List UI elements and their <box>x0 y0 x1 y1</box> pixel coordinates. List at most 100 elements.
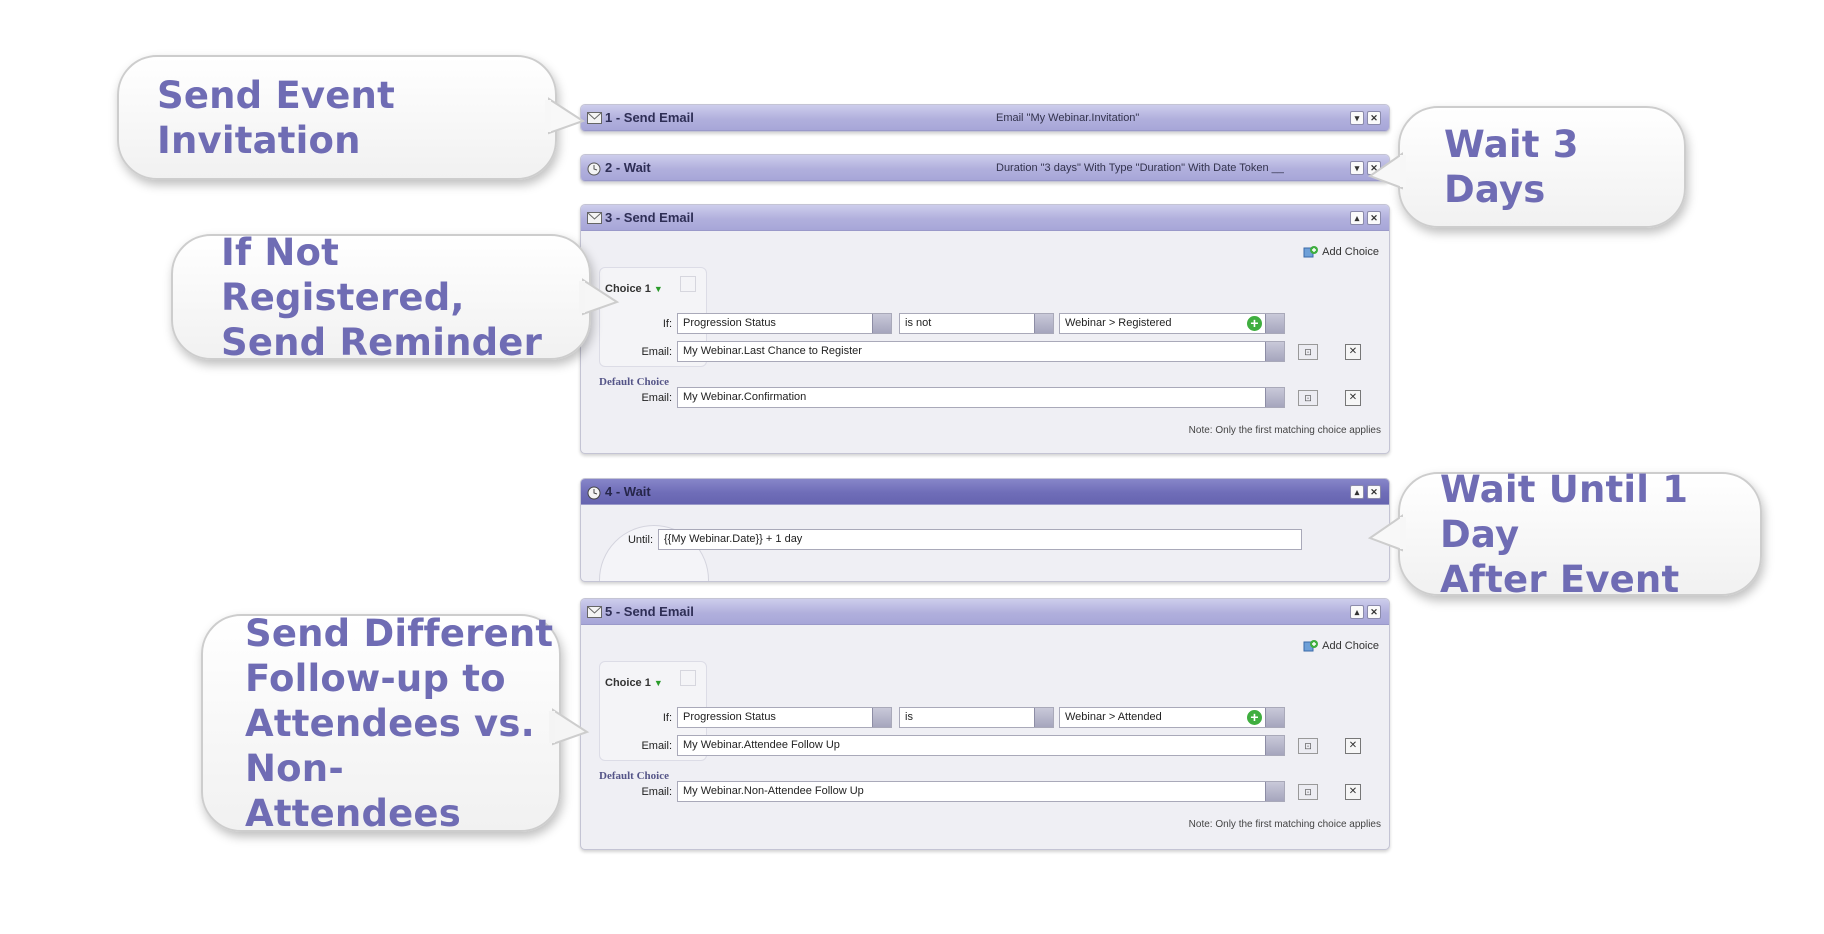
select-value: My Webinar.Confirmation <box>683 391 807 403</box>
email-icon <box>587 211 602 224</box>
email-label: Email: <box>641 391 672 404</box>
email-label: Email: <box>641 739 672 752</box>
flow-step-5: 5 - Send Email ▴ ✕ Add Choice Choice 1 ▼… <box>580 598 1390 850</box>
callout-pointer <box>1367 152 1406 190</box>
operator-select[interactable]: is not <box>899 313 1054 334</box>
callout-pointer <box>549 708 590 746</box>
if-row: If: Progression Status is Webinar > Atte… <box>641 707 1285 728</box>
condition-field-select[interactable]: Progression Status <box>677 313 892 334</box>
callout-line: Follow-up to <box>245 656 506 700</box>
clock-icon <box>587 486 602 499</box>
step-title: 5 - Send Email <box>605 604 694 619</box>
choice-label-text: Choice 1 <box>605 677 651 689</box>
email-row: Email: My Webinar.Last Chance to Registe… <box>629 341 1285 362</box>
flow-step-1[interactable]: 1 - Send Email Email "My Webinar.Invitat… <box>580 104 1390 132</box>
step-description: Duration "3 days" With Type "Duration" W… <box>996 161 1284 174</box>
email-select[interactable]: My Webinar.Attendee Follow Up <box>677 735 1285 756</box>
add-choice-button[interactable]: Add Choice <box>1303 639 1379 653</box>
callout-line: Non-Attendees <box>245 746 461 835</box>
if-label: If: <box>662 317 672 330</box>
select-value: My Webinar.Attendee Follow Up <box>683 739 840 751</box>
remove-default-button[interactable]: ✕ <box>1345 784 1361 800</box>
preview-email-button[interactable]: ⊡ <box>1298 784 1318 800</box>
until-label: Until: <box>627 533 653 546</box>
dropdown-icon[interactable] <box>1265 342 1284 361</box>
value-select[interactable]: Webinar > Attended + <box>1059 707 1285 728</box>
until-row: Until: {{My Webinar.Date}} + 1 day <box>621 529 1302 550</box>
step-title: 1 - Send Email <box>605 110 694 125</box>
dropdown-icon[interactable] <box>1034 708 1053 727</box>
dropdown-icon[interactable] <box>872 708 891 727</box>
clock-icon <box>587 162 602 175</box>
expand-button[interactable]: ▾ <box>1350 161 1364 175</box>
dropdown-icon[interactable] <box>1265 736 1284 755</box>
email-icon <box>587 111 602 124</box>
add-choice-icon <box>1303 246 1319 258</box>
select-value: My Webinar.Non-Attendee Follow Up <box>683 785 864 797</box>
step-header[interactable]: 1 - Send Email Email "My Webinar.Invitat… <box>581 105 1389 131</box>
select-value: Webinar > Registered <box>1065 317 1172 329</box>
preview-email-button[interactable]: ⊡ <box>1298 344 1318 360</box>
preview-email-button[interactable]: ⊡ <box>1298 738 1318 754</box>
dropdown-icon[interactable] <box>872 314 891 333</box>
add-value-icon[interactable]: + <box>1247 316 1262 331</box>
select-value: Progression Status <box>683 317 776 329</box>
step-header[interactable]: 2 - Wait Duration "3 days" With Type "Du… <box>581 155 1389 181</box>
flow-step-2[interactable]: 2 - Wait Duration "3 days" With Type "Du… <box>580 154 1390 182</box>
delete-button[interactable]: ✕ <box>1367 111 1381 125</box>
callout-line: After Event <box>1440 557 1680 601</box>
dropdown-icon[interactable] <box>1265 782 1284 801</box>
collapse-button[interactable]: ▴ <box>1350 211 1364 225</box>
add-choice-button[interactable]: Add Choice <box>1303 245 1379 259</box>
step-title: 3 - Send Email <box>605 210 694 225</box>
remove-default-button[interactable]: ✕ <box>1345 390 1361 406</box>
callout-send-different-followup: Send Different Follow-up to Attendees vs… <box>201 611 590 835</box>
callout-pointer <box>545 97 586 135</box>
callout-pointer <box>579 278 620 316</box>
callout-if-not-registered: If Not Registered, Send Reminder <box>171 231 620 364</box>
value-select[interactable]: Webinar > Registered + <box>1059 313 1285 334</box>
add-value-icon[interactable]: + <box>1247 710 1262 725</box>
select-value: Webinar > Attended <box>1065 711 1162 723</box>
delete-button[interactable]: ✕ <box>1367 211 1381 225</box>
email-select[interactable]: My Webinar.Last Chance to Register <box>677 341 1285 362</box>
step-header[interactable]: 4 - Wait ▴ ✕ <box>581 479 1389 505</box>
default-email-row: Email: My Webinar.Non-Attendee Follow Up <box>629 781 1285 802</box>
email-icon <box>587 605 602 618</box>
dropdown-icon[interactable] <box>1265 314 1284 333</box>
step-title: 4 - Wait <box>605 484 651 499</box>
email-label: Email: <box>641 345 672 358</box>
condition-field-select[interactable]: Progression Status <box>677 707 892 728</box>
callout-line: Send Different <box>245 611 554 655</box>
input-value: {{My Webinar.Date}} + 1 day <box>664 533 803 545</box>
default-email-select[interactable]: My Webinar.Confirmation <box>677 387 1285 408</box>
email-label: Email: <box>641 785 672 798</box>
operator-select[interactable]: is <box>899 707 1054 728</box>
step-header[interactable]: 5 - Send Email ▴ ✕ <box>581 599 1389 625</box>
callout-wait-until-1-day: Wait Until 1 Day After Event <box>1367 468 1762 601</box>
select-value: Progression Status <box>683 711 776 723</box>
delete-button[interactable]: ✕ <box>1367 605 1381 619</box>
dropdown-icon[interactable] <box>1265 388 1284 407</box>
add-choice-icon <box>1303 640 1319 652</box>
callout-line: Wait Until 1 Day <box>1440 467 1689 556</box>
dropdown-icon[interactable] <box>1265 708 1284 727</box>
preview-email-button[interactable]: ⊡ <box>1298 390 1318 406</box>
collapse-button[interactable]: ▴ <box>1350 605 1364 619</box>
choice-label[interactable]: Choice 1 ▼ <box>605 677 663 689</box>
add-choice-label: Add Choice <box>1322 640 1379 652</box>
remove-choice-button[interactable]: ✕ <box>1345 738 1361 754</box>
expand-button[interactable]: ▾ <box>1350 111 1364 125</box>
select-value: is not <box>905 317 932 329</box>
callout-text: Send Event Invitation <box>157 73 395 162</box>
collapse-button[interactable]: ▴ <box>1350 485 1364 499</box>
dropdown-icon[interactable] <box>1034 314 1053 333</box>
delete-button[interactable]: ✕ <box>1367 485 1381 499</box>
remove-choice-button[interactable]: ✕ <box>1345 344 1361 360</box>
until-input[interactable]: {{My Webinar.Date}} + 1 day <box>658 529 1302 550</box>
chevron-down-icon: ▼ <box>653 678 663 688</box>
email-row: Email: My Webinar.Attendee Follow Up <box>629 735 1285 756</box>
callout-pointer <box>1367 514 1406 552</box>
step-header[interactable]: 3 - Send Email ▴ ✕ <box>581 205 1389 231</box>
default-email-select[interactable]: My Webinar.Non-Attendee Follow Up <box>677 781 1285 802</box>
